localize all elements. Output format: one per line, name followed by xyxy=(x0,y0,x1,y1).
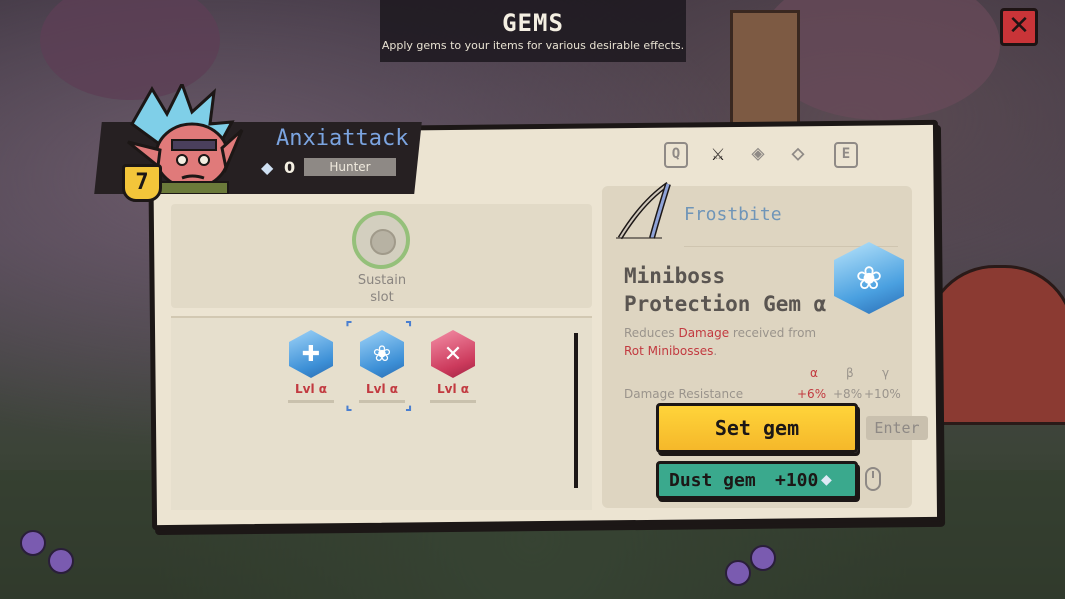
desc-text: received from xyxy=(729,326,817,340)
tier-header-gamma: γ xyxy=(882,366,890,380)
tab-gem-add[interactable]: ◇ xyxy=(786,142,810,168)
background-flower xyxy=(20,530,46,556)
tab-equipment[interactable]: ⚔ xyxy=(706,142,730,168)
close-button[interactable]: ✕ xyxy=(1000,8,1038,46)
bow-icon xyxy=(616,181,671,240)
gem-dust-icon: ◆ xyxy=(261,158,274,177)
background-hut xyxy=(925,265,1065,425)
gem-title-line1: Miniboss xyxy=(624,264,726,288)
dust-gem-button[interactable]: Dust gem +100 ◆ xyxy=(656,461,858,499)
sustain-slot[interactable] xyxy=(352,211,410,269)
desc-text: . xyxy=(713,344,718,358)
tier-header-beta: β xyxy=(846,366,854,380)
crossed-axes-icon: ⚔ xyxy=(711,141,725,166)
key-q-label: Q xyxy=(671,146,681,162)
enter-key-hint: Enter xyxy=(866,416,928,440)
close-icon: ✕ xyxy=(1008,11,1030,41)
gem-add-icon: ◇ xyxy=(791,141,805,166)
gem-level-bar xyxy=(430,400,476,403)
mouse-click-icon xyxy=(865,467,881,491)
background-flower xyxy=(750,545,776,571)
stat-value-alpha: +6% xyxy=(797,387,827,401)
gem-inventory-item[interactable]: ✕ Lvl α xyxy=(429,330,477,403)
gem-title: Miniboss Protection Gem α xyxy=(624,262,834,318)
paw-gem-icon: ❀ xyxy=(360,330,404,378)
gem-level: Lvl α xyxy=(436,382,469,396)
gem-inventory-item[interactable]: ✚ Lvl α xyxy=(287,330,335,403)
broken-gem-icon: ✕ xyxy=(431,330,475,378)
slot-label-line2: slot xyxy=(370,290,394,305)
gem-level-bar xyxy=(359,400,405,403)
gem-dust-count: 0 xyxy=(284,158,296,177)
background-flower xyxy=(725,560,751,586)
gem-level: Lvl α xyxy=(294,382,327,396)
dust-amount: +100 xyxy=(775,470,819,491)
dust-gem-label: Dust gem xyxy=(669,470,756,491)
slot-label-line1: Sustain xyxy=(357,273,407,288)
gem-title-line2: Protection Gem α xyxy=(624,292,827,316)
gem-inventory-item-selected[interactable]: ❀ Lvl α xyxy=(358,330,406,403)
tier-header-alpha: α xyxy=(810,366,818,380)
stat-label: Damage Resistance xyxy=(624,387,744,401)
screen-header: GEMS Apply gems to your items for variou… xyxy=(380,0,686,62)
selection-corner-icon: ⌜ xyxy=(345,318,353,337)
background-flower xyxy=(48,548,74,574)
screen-title: GEMS xyxy=(502,9,564,37)
stat-value-gamma: +10% xyxy=(864,387,901,401)
plus-gem-icon: ✚ xyxy=(289,330,333,378)
stat-value-beta: +8% xyxy=(833,387,863,401)
background-tower xyxy=(730,10,800,130)
selection-corner-icon: ⌟ xyxy=(405,394,413,413)
screen-subtitle: Apply gems to your items for various des… xyxy=(381,39,685,52)
desc-text: Reduces xyxy=(624,326,679,340)
gem-level-bar xyxy=(288,400,334,403)
gem-search-icon: ◈ xyxy=(751,141,765,166)
set-gem-button[interactable]: Set gem xyxy=(656,403,858,453)
tab-gem-inspect[interactable]: ◈ xyxy=(746,142,770,168)
player-class-tag: Hunter xyxy=(304,158,396,176)
gem-level: Lvl α xyxy=(365,382,398,396)
slot-label: Sustain slot xyxy=(342,272,422,306)
tab-next-key[interactable]: E xyxy=(834,142,858,168)
key-e-label: E xyxy=(841,146,851,162)
inventory-scrollbar[interactable] xyxy=(574,333,578,488)
desc-highlight-target: Rot Minibosses xyxy=(624,344,714,358)
gem-dust-icon: ◆ xyxy=(821,469,832,490)
selection-corner-icon: ⌞ xyxy=(345,394,353,413)
tab-prev-key[interactable]: Q xyxy=(664,142,688,168)
item-name: Frostbite xyxy=(684,204,782,225)
player-level-badge: 7 xyxy=(122,164,162,202)
player-name: Anxiattack xyxy=(276,126,409,151)
selection-corner-icon: ⌝ xyxy=(405,318,413,337)
desc-highlight-damage: Damage xyxy=(678,326,730,340)
gem-description: Reduces Damage received from Rot Miniboss… xyxy=(624,324,824,360)
